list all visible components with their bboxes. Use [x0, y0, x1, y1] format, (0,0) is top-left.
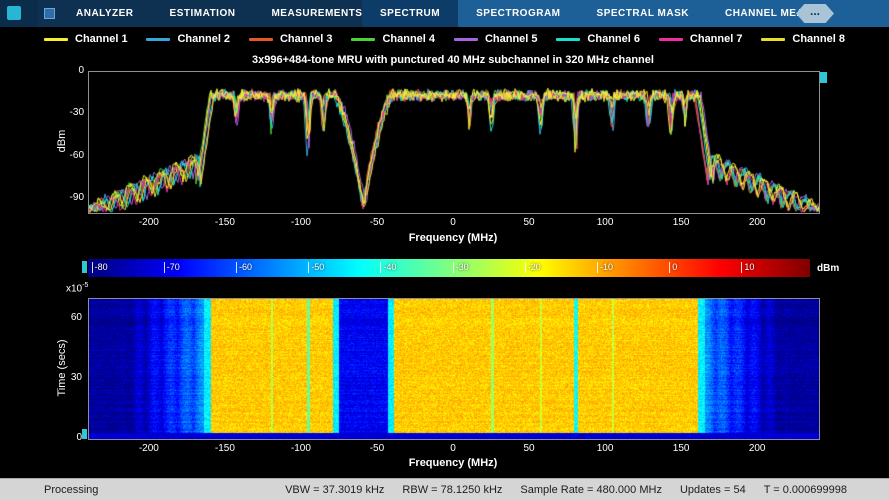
- spectrum-y-tick: -30: [44, 107, 84, 118]
- spectrum-y-tick: -90: [44, 192, 84, 203]
- status-processing: Processing: [44, 484, 98, 496]
- tab-group-main: ANALYZER ESTIMATION MEASUREMENTS: [58, 0, 380, 27]
- status-metric: Sample Rate = 480.000 MHz: [520, 484, 662, 496]
- spectrum-x-tick: 100: [581, 217, 629, 228]
- legend-item-channel-8[interactable]: Channel 8: [761, 33, 845, 45]
- spectrum-title: 3x996+484-tone MRU with punctured 40 MHz…: [88, 54, 818, 66]
- legend-label: Channel 1: [75, 33, 128, 45]
- spectrogram-ylabel: Time (secs): [56, 328, 68, 408]
- spectrogram-y-tick: 0: [50, 432, 82, 443]
- time-axis-multiplier-exp: -5: [82, 282, 88, 289]
- spectrum-plot-figure: 3x996+484-tone MRU with punctured 40 MHz…: [0, 51, 889, 251]
- legend-line-swatch: [249, 38, 273, 41]
- spectrogram-y-tick: 30: [50, 372, 82, 383]
- legend-line-swatch: [44, 38, 68, 41]
- scope-icon: [44, 8, 55, 19]
- status-metric: Updates = 54: [680, 484, 746, 496]
- spectrum-x-tick: -50: [353, 217, 401, 228]
- spectrogram-x-tick: -150: [201, 443, 249, 454]
- tab-estimation[interactable]: ESTIMATION: [152, 0, 254, 27]
- legend-line-swatch: [351, 38, 375, 41]
- time-axis-multiplier-base: x10: [66, 283, 82, 294]
- spectrogram-marker-icon[interactable]: [82, 429, 87, 439]
- spectrum-x-tick: -200: [125, 217, 173, 228]
- spectrogram-figure: -80-70-60-50-40-30-20-10010 dBm x10-5 Ti…: [0, 251, 889, 478]
- spectrum-x-tick: 50: [505, 217, 553, 228]
- tab-spectral-mask[interactable]: SPECTRAL MASK: [579, 0, 707, 27]
- legend-label: Channel 7: [690, 33, 743, 45]
- spectrum-x-tick: -150: [201, 217, 249, 228]
- legend-line-swatch: [146, 38, 170, 41]
- spectrum-x-tick: -100: [277, 217, 325, 228]
- spectrogram-canvas[interactable]: [88, 298, 820, 440]
- spectrogram-x-tick: 150: [657, 443, 705, 454]
- legend-line-swatch: [556, 38, 580, 41]
- colorbar-unit-label: dBm: [817, 263, 839, 274]
- overflow-label: ...: [810, 4, 820, 18]
- spectrum-x-tick: 150: [657, 217, 705, 228]
- spectrum-plot-canvas[interactable]: [88, 71, 820, 214]
- toolstrip-tabbar: ANALYZER ESTIMATION MEASUREMENTS SPECTRU…: [0, 0, 889, 27]
- spectrogram-x-tick: 100: [581, 443, 629, 454]
- colorbar: [88, 259, 810, 277]
- spectrum-xlabel: Frequency (MHz): [88, 232, 818, 244]
- legend-item-channel-1[interactable]: Channel 1: [44, 33, 128, 45]
- time-axis-multiplier: x10-5: [66, 282, 88, 294]
- legend-label: Channel 4: [382, 33, 435, 45]
- spectrogram-x-tick: 50: [505, 443, 553, 454]
- spectrogram-xlabel: Frequency (MHz): [88, 457, 818, 469]
- channel-legend: Channel 1 Channel 2 Channel 3 Channel 4 Chan…: [0, 27, 889, 51]
- legend-item-channel-3[interactable]: Channel 3: [249, 33, 333, 45]
- legend-line-swatch: [761, 38, 785, 41]
- status-metric: VBW = 37.3019 kHz: [285, 484, 384, 496]
- colorbar-marker-icon[interactable]: [82, 261, 87, 273]
- legend-line-swatch: [659, 38, 683, 41]
- spectrum-y-tick: -60: [44, 150, 84, 161]
- app-icon[interactable]: [7, 6, 21, 20]
- spectrum-x-tick: 0: [429, 217, 477, 228]
- status-metrics: VBW = 37.3019 kHz RBW = 78.1250 kHz Sample…: [285, 484, 847, 496]
- legend-label: Channel 6: [587, 33, 640, 45]
- legend-item-channel-4[interactable]: Channel 4: [351, 33, 435, 45]
- status-metric: T = 0.000699998: [764, 484, 847, 496]
- spectrogram-x-tick: -100: [277, 443, 325, 454]
- legend-item-channel-6[interactable]: Channel 6: [556, 33, 640, 45]
- legend-item-channel-5[interactable]: Channel 5: [454, 33, 538, 45]
- tab-analyzer[interactable]: ANALYZER: [58, 0, 152, 27]
- spectrogram-x-tick: 200: [733, 443, 781, 454]
- tab-spectrogram[interactable]: SPECTROGRAM: [458, 0, 578, 27]
- legend-item-channel-7[interactable]: Channel 7: [659, 33, 743, 45]
- legend-item-channel-2[interactable]: Channel 2: [146, 33, 230, 45]
- legend-label: Channel 8: [792, 33, 845, 45]
- legend-label: Channel 3: [280, 33, 333, 45]
- status-bar: Processing VBW = 37.3019 kHz RBW = 78.125…: [0, 478, 889, 500]
- spectrum-x-tick: 200: [733, 217, 781, 228]
- legend-line-swatch: [454, 38, 478, 41]
- axes-toolbar-icon[interactable]: [820, 72, 827, 83]
- spectrogram-x-tick: 0: [429, 443, 477, 454]
- status-metric: RBW = 78.1250 kHz: [402, 484, 502, 496]
- spectrum-y-tick: 0: [44, 65, 84, 76]
- spectrogram-x-tick: -50: [353, 443, 401, 454]
- tab-spectrum[interactable]: SPECTRUM: [362, 0, 458, 27]
- spectrum-analyzer-window: ANALYZER ESTIMATION MEASUREMENTS SPECTRU…: [0, 0, 889, 500]
- spectrogram-y-tick: 60: [50, 312, 82, 323]
- legend-label: Channel 5: [485, 33, 538, 45]
- spectrogram-x-tick: -200: [125, 443, 173, 454]
- legend-label: Channel 2: [177, 33, 230, 45]
